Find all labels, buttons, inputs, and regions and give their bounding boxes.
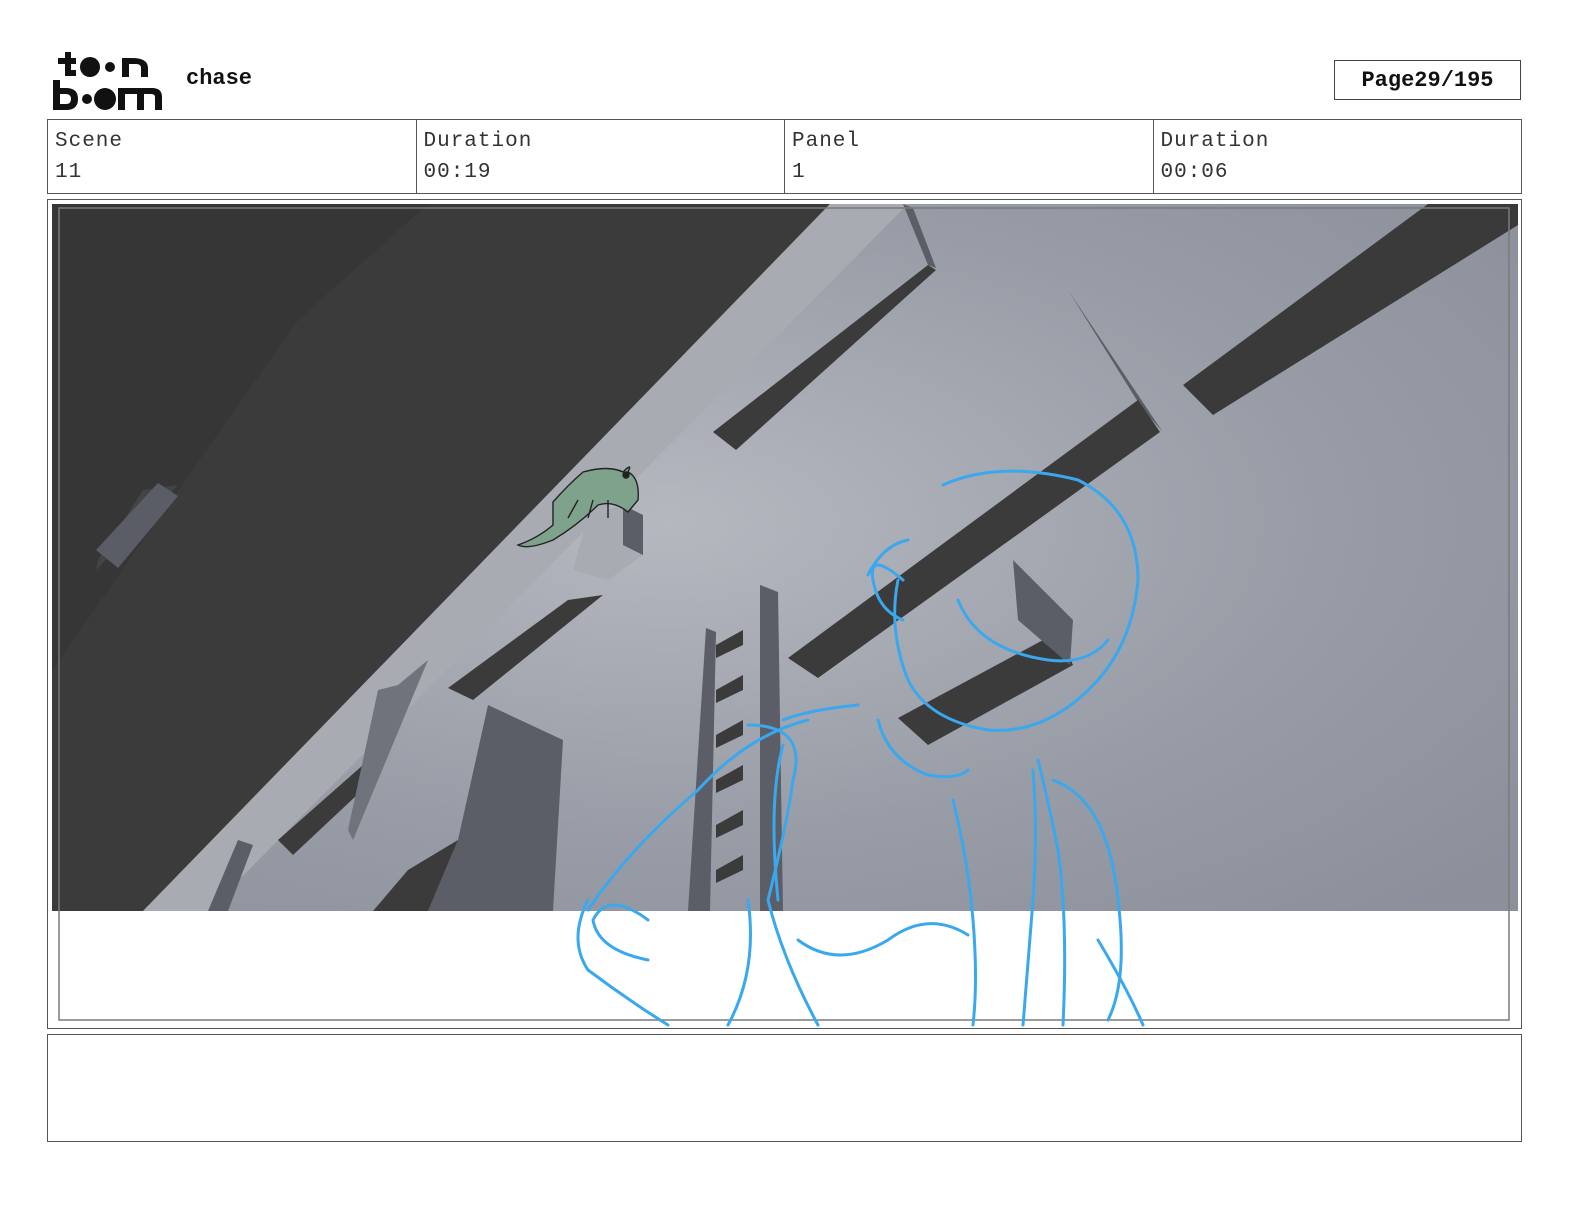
page-number: 29/195: [1414, 67, 1494, 93]
panel-value: 1: [792, 161, 806, 184]
scene-duration-value: 00:19: [423, 161, 492, 184]
scene-duration-cell: Duration 00:19: [417, 120, 785, 193]
panel-label: Panel: [792, 130, 861, 153]
scene-label: Scene: [55, 130, 124, 153]
storyboard-panel: [47, 199, 1522, 1029]
scene-value: 11: [55, 161, 83, 184]
toon-boom-logo: [53, 52, 162, 110]
panel-info-bar: Scene 11 Duration 00:19 Panel 1 Duration…: [47, 119, 1522, 194]
panel-artwork: [52, 204, 1518, 1027]
project-title: chase: [186, 66, 253, 91]
panel-notes: [47, 1034, 1522, 1142]
panel-duration-label: Duration: [1160, 130, 1270, 153]
panel-cell: Panel 1: [785, 120, 1154, 193]
page-indicator: Page 29/195: [1334, 60, 1521, 100]
scene-cell: Scene 11: [48, 120, 417, 193]
page-label: Page: [1361, 67, 1415, 93]
panel-duration-value: 00:06: [1160, 161, 1229, 184]
scene-duration-label: Duration: [423, 130, 533, 153]
panel-duration-cell: Duration 00:06: [1154, 120, 1522, 193]
